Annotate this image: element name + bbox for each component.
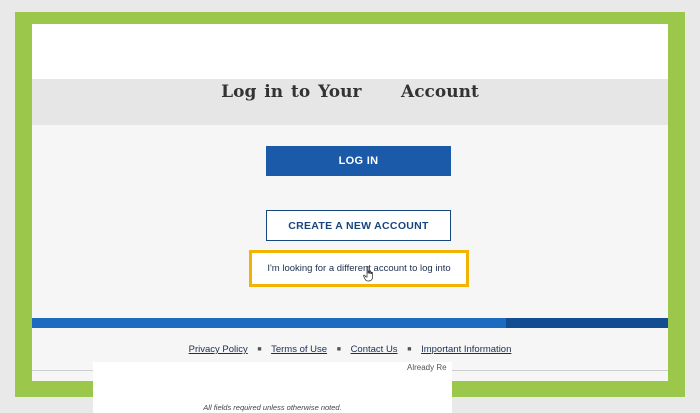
header-area [32, 24, 668, 79]
footer-links: Privacy Policy ■ Terms of Use ■ Contact … [32, 344, 668, 355]
hand-pointer-icon [363, 266, 373, 282]
privacy-policy-link[interactable]: Privacy Policy [189, 344, 248, 355]
page-title: Log in to Your Account [221, 82, 479, 102]
separator-icon: ■ [336, 345, 341, 353]
separator-icon: ■ [407, 345, 412, 353]
important-information-link[interactable]: Important Information [421, 344, 511, 355]
footer-stripe-dark [506, 318, 668, 328]
login-button[interactable]: LOG IN [266, 146, 451, 176]
separator-icon: ■ [257, 345, 262, 353]
fields-note: All fields required unless otherwise not… [203, 403, 342, 412]
create-account-button[interactable]: CREATE A NEW ACCOUNT [266, 210, 451, 241]
contact-us-link[interactable]: Contact Us [351, 344, 398, 355]
already-registered-text: Already Re [407, 363, 447, 372]
login-screen: Log in to Your Account LOG IN CREATE A N… [32, 24, 668, 381]
footer-stripe [32, 318, 506, 328]
terms-of-use-link[interactable]: Terms of Use [271, 344, 327, 355]
different-account-link[interactable]: I'm looking for a different account to l… [249, 250, 469, 287]
